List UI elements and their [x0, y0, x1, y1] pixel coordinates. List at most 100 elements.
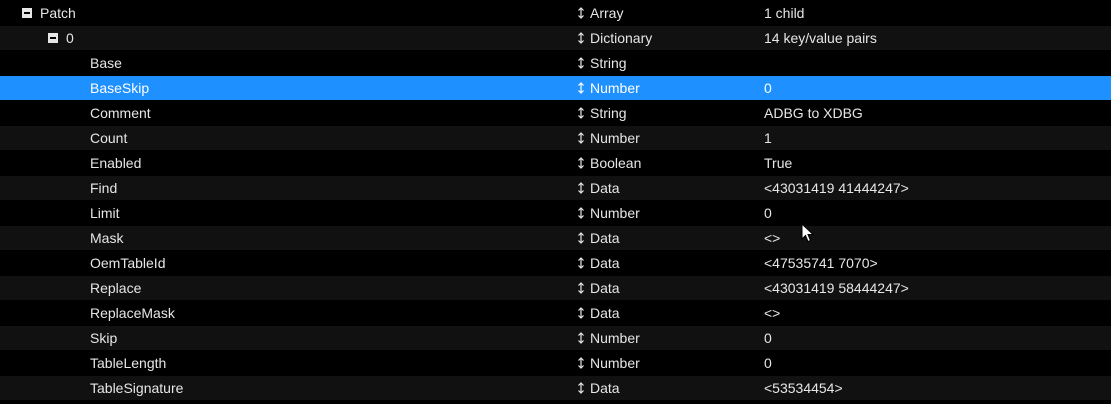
type-label: Data [590, 280, 620, 296]
type-label: Data [590, 380, 620, 396]
key-cell[interactable]: Limit [90, 201, 120, 225]
key-cell[interactable]: BaseSkip [90, 76, 149, 100]
collapse-minus-icon[interactable] [48, 33, 58, 43]
type-cell[interactable]: Number [576, 76, 640, 100]
tree-row[interactable]: Count Number 1 [0, 126, 1111, 150]
up-down-arrow-icon[interactable] [576, 231, 586, 245]
type-cell[interactable]: Array [576, 1, 623, 25]
type-cell[interactable]: String [576, 51, 627, 75]
key-label: TableSignature [90, 380, 184, 396]
type-cell[interactable]: String [576, 101, 627, 125]
key-cell[interactable]: Enabled [90, 151, 141, 175]
value-cell[interactable]: 0 [764, 326, 772, 350]
key-label: Mask [90, 230, 124, 246]
up-down-arrow-icon[interactable] [576, 381, 586, 395]
type-label: Number [590, 205, 640, 221]
up-down-arrow-icon[interactable] [576, 331, 586, 345]
key-label: Find [90, 180, 118, 196]
type-label: Number [590, 80, 640, 96]
type-cell[interactable]: Data [576, 376, 620, 400]
key-label: Skip [90, 330, 118, 346]
key-cell[interactable]: OemTableId [90, 251, 165, 275]
value-cell[interactable]: <> [764, 301, 780, 325]
tree-row[interactable]: Enabled Boolean True [0, 151, 1111, 175]
type-cell[interactable]: Data [576, 251, 620, 275]
up-down-arrow-icon[interactable] [576, 81, 586, 95]
tree-row[interactable]: ReplaceMask Data <> [0, 301, 1111, 325]
tree-row[interactable]: Base String [0, 51, 1111, 75]
tree-row[interactable]: Patch Array 1 child [0, 1, 1111, 25]
tree-row[interactable]: Skip Number 0 [0, 326, 1111, 350]
up-down-arrow-icon[interactable] [576, 106, 586, 120]
key-cell[interactable]: 0 [48, 26, 74, 50]
up-down-arrow-icon[interactable] [576, 56, 586, 70]
up-down-arrow-icon[interactable] [576, 131, 586, 145]
up-down-arrow-icon[interactable] [576, 181, 586, 195]
up-down-arrow-icon[interactable] [576, 356, 586, 370]
key-cell[interactable]: Patch [22, 1, 76, 25]
key-cell[interactable]: TableLength [90, 351, 166, 375]
type-cell[interactable]: Data [576, 301, 620, 325]
key-label: Base [90, 55, 122, 71]
up-down-arrow-icon[interactable] [576, 281, 586, 295]
value-cell[interactable]: 0 [764, 76, 772, 100]
key-cell[interactable]: ReplaceMask [90, 301, 175, 325]
type-cell[interactable]: Dictionary [576, 26, 652, 50]
value-cell[interactable]: <43031419 58444247> [764, 276, 909, 300]
collapse-minus-icon[interactable] [22, 8, 32, 18]
tree-row[interactable]: BaseSkip Number 0 [0, 76, 1111, 100]
type-label: Number [590, 330, 640, 346]
value-cell[interactable]: 1 child [764, 1, 804, 25]
value-cell[interactable]: True [764, 151, 792, 175]
up-down-arrow-icon[interactable] [576, 156, 586, 170]
type-cell[interactable]: Boolean [576, 151, 641, 175]
type-label: Number [590, 355, 640, 371]
key-label: Replace [90, 280, 142, 296]
value-cell[interactable]: 1 [764, 126, 772, 150]
tree-row[interactable]: 0 Dictionary 14 key/value pairs [0, 26, 1111, 50]
up-down-arrow-icon[interactable] [576, 206, 586, 220]
type-cell[interactable]: Number [576, 201, 640, 225]
value-cell[interactable]: <53534454> [764, 376, 843, 400]
plist-tree-view[interactable]: Patch Array 1 child 0 Dictionary 14 key/value… [0, 0, 1111, 404]
type-label: Dictionary [590, 30, 653, 46]
value-cell[interactable]: 0 [764, 351, 772, 375]
up-down-arrow-icon[interactable] [576, 31, 586, 45]
value-cell[interactable]: ADBG to XDBG [764, 101, 863, 125]
key-cell[interactable]: Find [90, 176, 117, 200]
type-label: Boolean [590, 155, 642, 171]
up-down-arrow-icon[interactable] [576, 306, 586, 320]
key-cell[interactable]: Skip [90, 326, 117, 350]
value-cell[interactable]: <43031419 41444247> [764, 176, 909, 200]
value-cell[interactable]: 0 [764, 201, 772, 225]
tree-row[interactable]: Limit Number 0 [0, 201, 1111, 225]
key-cell[interactable]: Base [90, 51, 122, 75]
key-cell[interactable]: Replace [90, 276, 141, 300]
tree-row[interactable]: Comment String ADBG to XDBG [0, 101, 1111, 125]
key-label: BaseSkip [90, 80, 150, 96]
up-down-arrow-icon[interactable] [576, 256, 586, 270]
tree-row[interactable]: Mask Data <> [0, 226, 1111, 250]
tree-row[interactable]: TableSignature Data <53534454> [0, 376, 1111, 400]
tree-row[interactable]: OemTableId Data <47535741 7070> [0, 251, 1111, 275]
key-cell[interactable]: TableSignature [90, 376, 183, 400]
key-cell[interactable]: Mask [90, 226, 123, 250]
value-cell[interactable]: <47535741 7070> [764, 251, 878, 275]
type-cell[interactable]: Data [576, 176, 620, 200]
tree-row[interactable]: TableLength Number 0 [0, 351, 1111, 375]
type-cell[interactable]: Data [576, 226, 620, 250]
type-cell[interactable]: Number [576, 326, 640, 350]
type-label: Data [590, 230, 620, 246]
up-down-arrow-icon[interactable] [576, 6, 586, 20]
tree-row[interactable]: Replace Data <43031419 58444247> [0, 276, 1111, 300]
tree-row[interactable]: Find Data <43031419 41444247> [0, 176, 1111, 200]
type-cell[interactable]: Number [576, 351, 640, 375]
type-label: Data [590, 255, 620, 271]
key-cell[interactable]: Comment [90, 101, 151, 125]
value-cell[interactable]: <> [764, 226, 780, 250]
type-cell[interactable]: Data [576, 276, 620, 300]
type-cell[interactable]: Number [576, 126, 640, 150]
value-cell[interactable]: 14 key/value pairs [764, 26, 877, 50]
key-cell[interactable]: Count [90, 126, 127, 150]
key-label: TableLength [90, 355, 167, 371]
